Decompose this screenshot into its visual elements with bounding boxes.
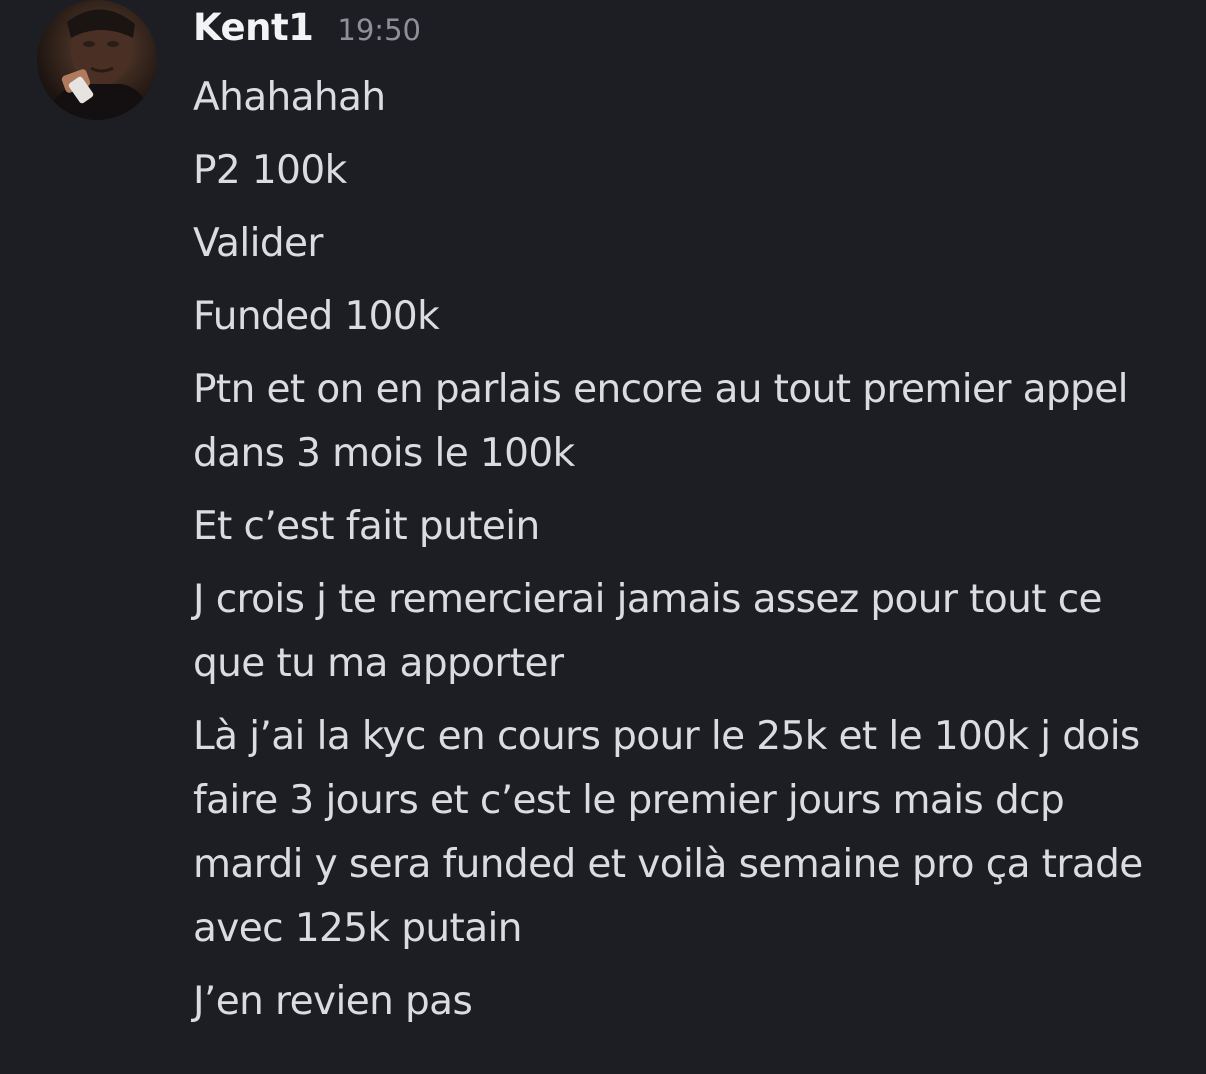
message-content: Kent1 19:50 Ahahahah P2 100k Valider Fun…	[193, 6, 1183, 1043]
message-line: Funded 100k	[193, 294, 440, 339]
message-line: Ahahahah	[193, 75, 386, 120]
user-avatar[interactable]	[37, 0, 157, 120]
timestamp[interactable]: 19:50	[337, 13, 421, 47]
chat-message: Kent1 19:50 Ahahahah P2 100k Valider Fun…	[0, 0, 1206, 1074]
username[interactable]: Kent1	[193, 6, 314, 49]
message-line: Valider	[193, 221, 323, 266]
message-line: Ptn et on en parlais encore au tout prem…	[193, 367, 1140, 476]
avatar-photo-icon	[45, 9, 153, 120]
message-line: P2 100k	[193, 148, 347, 193]
message-line: J crois j te remercierai jamais assez po…	[193, 577, 1114, 686]
message-line: J’en revien pas	[193, 979, 473, 1024]
message-line: Et c’est fait putein	[193, 504, 540, 549]
message-lines: Ahahahah P2 100k Valider Funded 100k Ptn…	[193, 66, 1183, 1034]
message-header: Kent1 19:50	[193, 6, 1183, 62]
message-line: Là j’ai la kyc en cours pour le 25k et l…	[193, 714, 1155, 951]
